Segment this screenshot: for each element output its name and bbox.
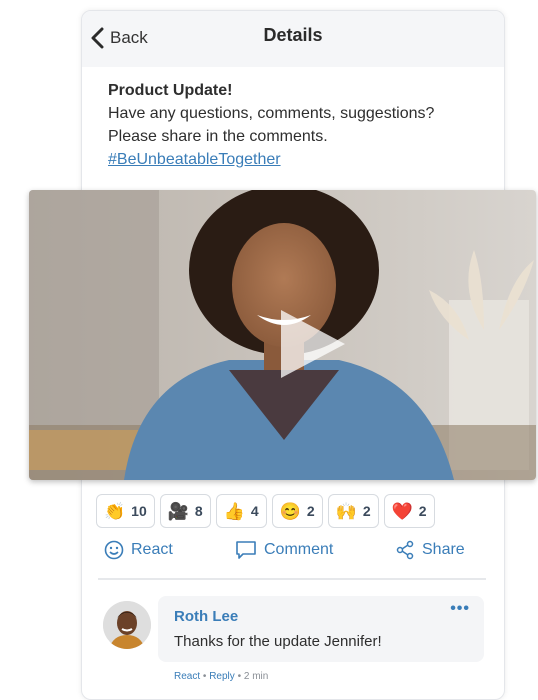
comment-label: Comment xyxy=(264,541,334,558)
hashtag-link[interactable]: #BeUnbeatableTogether xyxy=(108,151,281,168)
comment-button[interactable]: Comment xyxy=(235,540,333,560)
post-text-line-2: Please share in the comments. xyxy=(108,128,328,145)
divider xyxy=(98,578,486,580)
comment-text: Thanks for the update Jennifer! xyxy=(174,633,382,650)
post-actions: React Comment Share xyxy=(104,540,476,568)
thumbs-up-icon: 👍 xyxy=(223,501,245,521)
share-button[interactable]: Share xyxy=(395,540,465,560)
video-player[interactable] xyxy=(29,190,536,480)
reaction-count: 10 xyxy=(131,503,147,519)
more-options-icon[interactable]: ••• xyxy=(450,600,470,618)
post-body: Product Update! Have any questions, comm… xyxy=(108,79,488,171)
reaction-chip-video[interactable]: 🎥 8 xyxy=(159,494,211,528)
reaction-bar: 👏 10 🎥 8 👍 4 😊 2 🙌 2 ❤️ 2 xyxy=(96,494,435,528)
comment-bubble: Roth Lee ••• Thanks for the update Jenni… xyxy=(158,596,484,662)
share-label: Share xyxy=(422,541,465,558)
video-camera-icon: 🎥 xyxy=(167,501,189,521)
reaction-chip-heart[interactable]: ❤️ 2 xyxy=(383,494,435,528)
react-button[interactable]: React xyxy=(104,540,173,560)
clap-icon: 👏 xyxy=(104,501,126,521)
nav-bar: Back Details xyxy=(82,11,504,67)
reaction-count: 4 xyxy=(250,503,259,519)
comment-react-link[interactable]: React xyxy=(174,671,200,682)
meta-separator: • xyxy=(202,671,207,682)
post-title: Product Update! xyxy=(108,82,233,99)
comment-meta: React • Reply • 2 min xyxy=(174,671,268,682)
comment-author[interactable]: Roth Lee xyxy=(174,608,238,625)
page-title: Details xyxy=(263,25,323,45)
share-icon xyxy=(396,540,414,560)
meta-separator: • xyxy=(237,671,242,682)
reaction-chip-clap[interactable]: 👏 10 xyxy=(96,494,155,528)
reaction-count: 2 xyxy=(306,503,315,519)
raised-hands-icon: 🙌 xyxy=(335,501,357,521)
reaction-count: 2 xyxy=(362,503,371,519)
avatar[interactable] xyxy=(103,601,151,649)
heart-icon: ❤️ xyxy=(391,501,413,521)
reaction-chip-raised-hands[interactable]: 🙌 2 xyxy=(327,494,379,528)
reaction-count: 8 xyxy=(194,503,203,519)
reaction-chip-smile[interactable]: 😊 2 xyxy=(271,494,323,528)
play-icon[interactable] xyxy=(271,304,351,384)
post-text-line-1: Have any questions, comments, suggestion… xyxy=(108,105,435,122)
comment-icon xyxy=(236,541,256,559)
react-label: React xyxy=(131,541,173,558)
reaction-chip-thumbs-up[interactable]: 👍 4 xyxy=(215,494,267,528)
smile-icon: 😊 xyxy=(279,501,301,521)
comment-reply-link[interactable]: Reply xyxy=(209,671,235,682)
comment-time: 2 min xyxy=(243,671,269,682)
user-photo xyxy=(103,601,151,649)
reaction-count: 2 xyxy=(418,503,427,519)
smile-outline-icon xyxy=(104,540,124,560)
